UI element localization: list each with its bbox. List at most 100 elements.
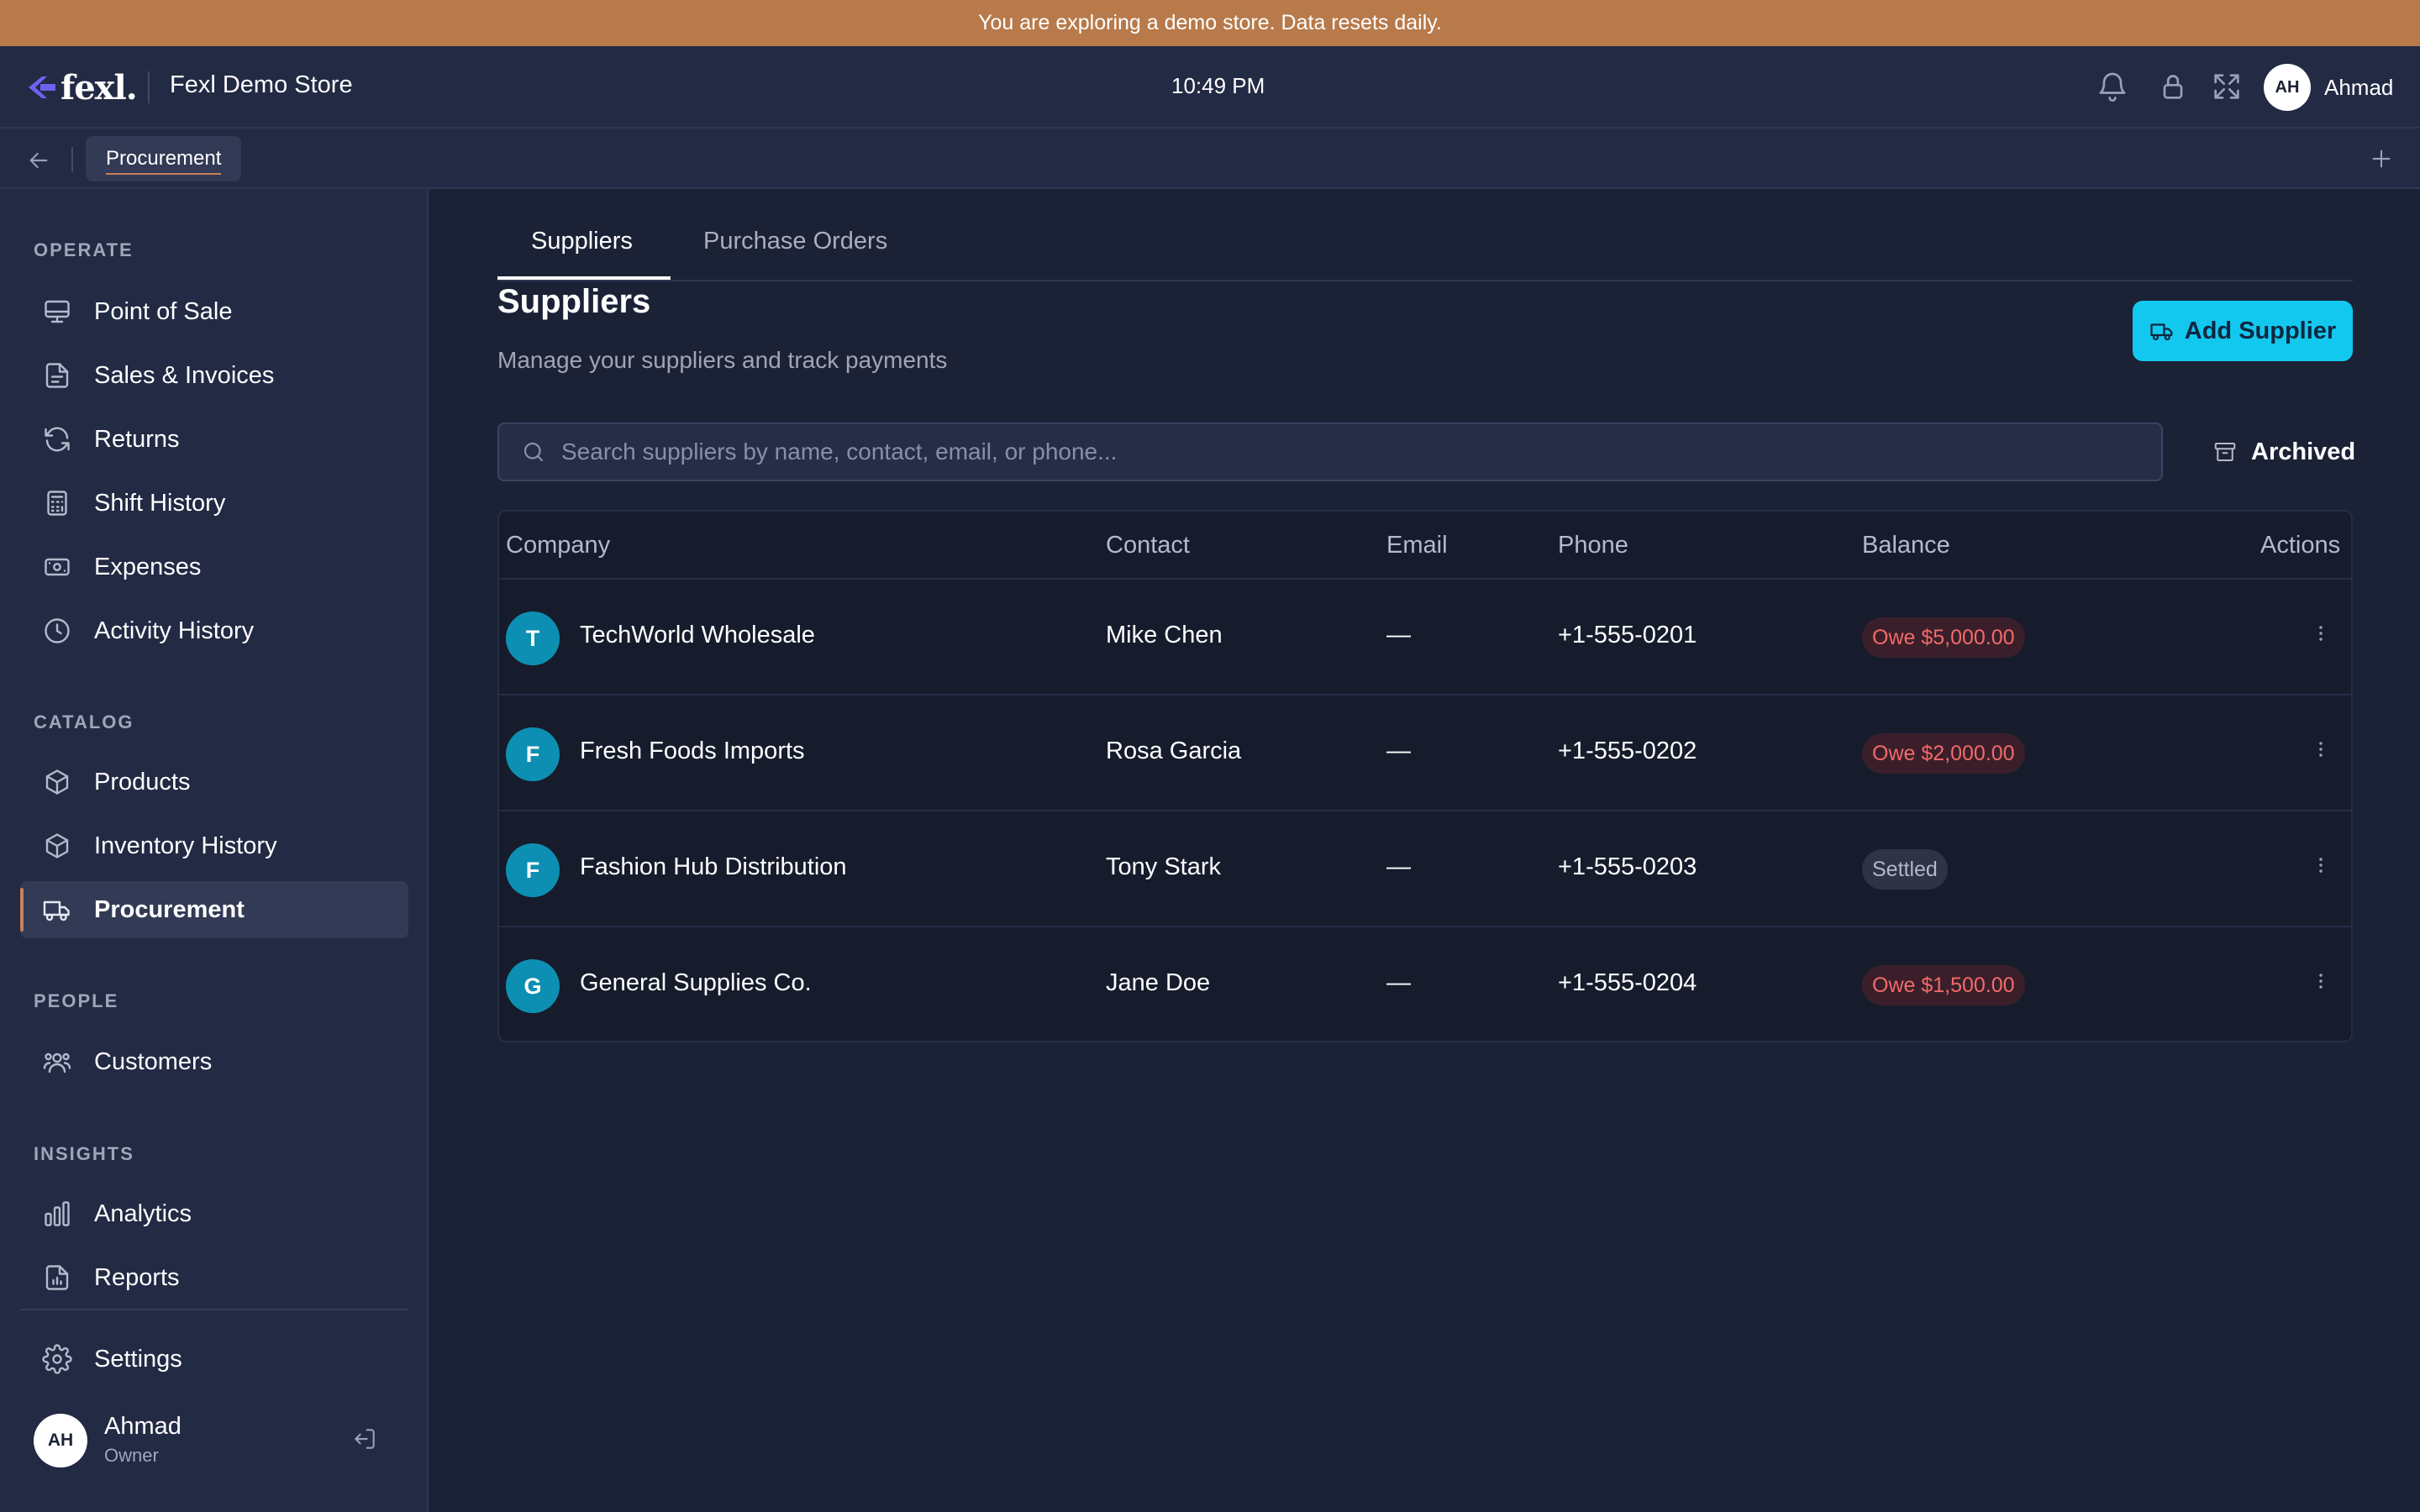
more-vertical-icon — [2319, 974, 2323, 989]
search-box[interactable] — [497, 423, 2163, 481]
add-supplier-button[interactable]: Add Supplier — [2133, 301, 2353, 361]
logo-mark-icon — [29, 76, 55, 98]
company-avatar: G — [506, 959, 560, 1013]
section-label-operate: OPERATE — [34, 239, 134, 260]
sidebar-item-activity-history[interactable]: Activity History — [20, 602, 408, 659]
company-avatar: F — [506, 727, 560, 781]
column-header-company[interactable]: Company — [506, 532, 610, 559]
search-input[interactable] — [561, 438, 2124, 465]
truck-icon — [40, 893, 74, 927]
monitor-icon — [40, 295, 74, 328]
archived-button[interactable]: Archived — [2192, 428, 2375, 476]
phone-value: +1-555-0204 — [1558, 969, 1697, 996]
report-icon — [40, 1261, 74, 1294]
phone-value: +1-555-0202 — [1558, 738, 1697, 764]
suppliers-table: Company Contact Email Phone Balance Acti… — [497, 510, 2353, 1042]
company-avatar: F — [506, 843, 560, 897]
header-divider — [148, 71, 150, 103]
clock-icon — [40, 614, 74, 648]
balance-badge: Owe $2,000.00 — [1862, 733, 2025, 774]
sidebar-item-label: Activity History — [94, 617, 255, 644]
sidebar-item-expenses[interactable]: Expenses — [20, 538, 408, 596]
fullscreen-icon — [2214, 74, 2239, 99]
sidebar-item-label: Sales & Invoices — [94, 361, 275, 389]
sidebar-item-products[interactable]: Products — [20, 753, 408, 811]
demo-banner-text: You are exploring a demo store. Data res… — [978, 11, 1442, 34]
gear-icon — [40, 1342, 74, 1376]
workspace-tab-bar: Procurement — [0, 129, 2420, 189]
demo-banner: You are exploring a demo store. Data res… — [0, 0, 2420, 46]
bell-icon — [2099, 72, 2126, 102]
column-header-phone[interactable]: Phone — [1558, 532, 1628, 559]
logout-button[interactable] — [351, 1425, 378, 1457]
table-row[interactable]: G General Supplies Co. Jane Doe — +1-555… — [499, 927, 2351, 1041]
sidebar-item-procurement[interactable]: Procurement — [20, 881, 408, 938]
page-title: Suppliers — [497, 283, 651, 320]
row-actions-button[interactable] — [2309, 969, 2333, 997]
logo[interactable]: fexl. — [27, 65, 138, 110]
lock-icon — [2163, 75, 2183, 99]
tab-procurement[interactable]: Procurement — [86, 136, 242, 181]
sidebar-item-label: Analytics — [94, 1200, 192, 1227]
sidebar-item-reports[interactable]: Reports — [20, 1249, 408, 1306]
tab-divider — [71, 147, 73, 172]
more-vertical-icon — [2319, 742, 2323, 757]
sidebar-item-sales-invoices[interactable]: Sales & Invoices — [20, 347, 408, 404]
file-icon — [40, 359, 74, 392]
table-row[interactable]: F Fresh Foods Imports Rosa Garcia — +1-5… — [499, 696, 2351, 811]
tab-suppliers[interactable]: Suppliers — [531, 228, 633, 255]
box-icon — [40, 765, 74, 799]
sidebar-item-settings[interactable]: Settings — [20, 1331, 408, 1388]
section-label-insights: INSIGHTS — [34, 1143, 134, 1164]
sidebar-item-returns[interactable]: Returns — [20, 411, 408, 468]
more-vertical-icon — [2319, 626, 2323, 641]
email-value: — — [1386, 738, 1411, 764]
sidebar-item-label: Expenses — [94, 553, 202, 580]
tab-purchase-orders[interactable]: Purchase Orders — [703, 228, 887, 255]
column-header-balance[interactable]: Balance — [1862, 532, 1950, 559]
bar-chart-icon — [40, 1197, 74, 1231]
phone-value: +1-555-0201 — [1558, 622, 1697, 648]
sidebar-item-inventory-history[interactable]: Inventory History — [20, 817, 408, 874]
sidebar-item-label: Point of Sale — [94, 297, 233, 325]
table-row[interactable]: T TechWorld Wholesale Mike Chen — +1-555… — [499, 580, 2351, 696]
column-header-contact[interactable]: Contact — [1106, 532, 1190, 559]
sidebar-item-analytics[interactable]: Analytics — [20, 1185, 408, 1242]
company-name: Fashion Hub Distribution — [580, 853, 847, 880]
email-value: — — [1386, 969, 1411, 996]
balance-badge: Owe $5,000.00 — [1862, 617, 2025, 658]
calculator-icon — [40, 486, 74, 520]
active-tab-indicator — [497, 276, 671, 280]
archive-icon — [2214, 443, 2236, 461]
company-name: General Supplies Co. — [580, 969, 812, 996]
search-icon — [523, 442, 544, 462]
sidebar-user-role: Owner — [104, 1445, 159, 1466]
sidebar-item-label: Customers — [94, 1047, 213, 1075]
sidebar-item-shift-history[interactable]: Shift History — [20, 475, 408, 532]
refresh-icon — [40, 423, 74, 456]
row-actions-button[interactable] — [2309, 853, 2333, 881]
arrow-left-icon — [29, 152, 48, 169]
user-name[interactable]: Ahmad — [2324, 75, 2393, 101]
row-actions-button[interactable] — [2309, 622, 2333, 649]
new-tab-button[interactable] — [2368, 145, 2395, 176]
sidebar-item-label: Returns — [94, 425, 180, 453]
archived-label: Archived — [2251, 438, 2356, 465]
section-label-catalog: CATALOG — [34, 711, 134, 732]
lock-button[interactable] — [2156, 70, 2190, 108]
column-header-actions: Actions — [2260, 532, 2341, 559]
sidebar-item-customers[interactable]: Customers — [20, 1033, 408, 1090]
user-avatar[interactable]: AH — [2264, 64, 2311, 111]
balance-badge: Owe $1,500.00 — [1862, 965, 2025, 1005]
row-actions-button[interactable] — [2309, 738, 2333, 765]
back-button[interactable] — [25, 147, 52, 178]
fullscreen-button[interactable] — [2210, 70, 2244, 108]
logout-icon — [355, 1429, 375, 1449]
more-vertical-icon — [2319, 858, 2323, 873]
truck-icon — [2150, 323, 2173, 341]
notifications-button[interactable] — [2096, 70, 2129, 108]
sidebar-item-point-of-sale[interactable]: Point of Sale — [20, 283, 408, 340]
sidebar-item-label: Inventory History — [94, 832, 277, 859]
column-header-email[interactable]: Email — [1386, 532, 1448, 559]
table-row[interactable]: F Fashion Hub Distribution Tony Stark — … — [499, 811, 2351, 927]
